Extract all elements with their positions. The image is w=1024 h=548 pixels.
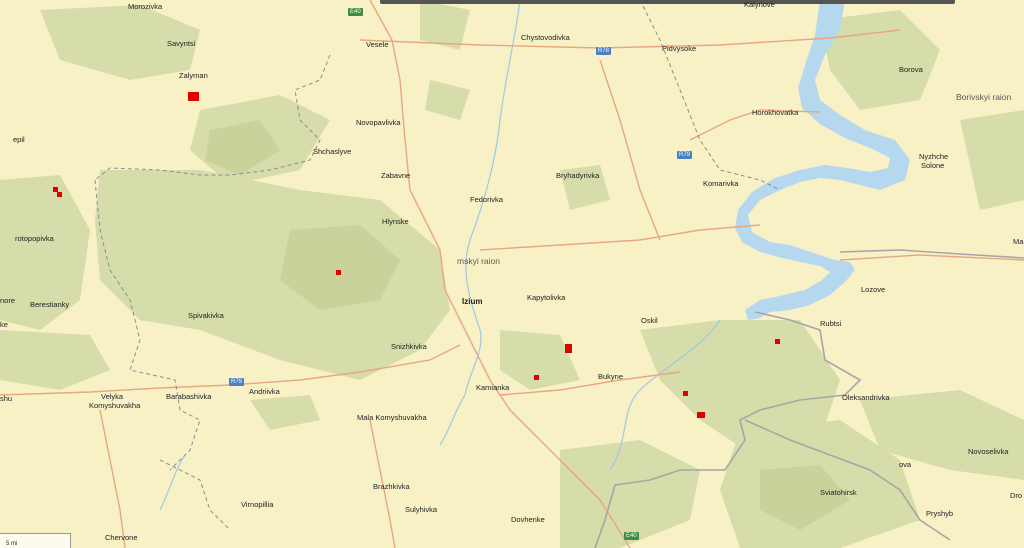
- event-marker: [188, 92, 199, 101]
- raion-label: mskyi raion: [457, 256, 500, 266]
- place-label: Morozivka: [128, 2, 163, 11]
- place-label: nore: [0, 296, 16, 305]
- event-marker: [775, 339, 780, 344]
- raion-label: Borivskyi raion: [956, 92, 1012, 102]
- place-label: ke: [0, 320, 8, 329]
- road-shield: R79: [229, 378, 245, 386]
- place-label: Novoselivka: [968, 447, 1009, 456]
- place-label: Nyzhche: [919, 152, 949, 161]
- place-label: Sulyhivka: [405, 505, 438, 514]
- place-label: Pidvysoke: [662, 44, 697, 53]
- place-label: Chystovodivka: [521, 33, 570, 42]
- road-shield: R79: [677, 151, 693, 159]
- event-marker: [336, 270, 341, 275]
- scale-bar: 5 mi: [0, 533, 71, 548]
- place-label: ova: [899, 460, 912, 469]
- place-label: Rubtsi: [820, 319, 842, 328]
- place-label: epil: [13, 135, 25, 144]
- place-label: Komyshuvakha: [89, 401, 141, 410]
- place-label: Chervone: [105, 533, 138, 542]
- place-label: Horokhovatka: [752, 108, 799, 117]
- event-marker: [57, 192, 62, 197]
- road-shield: E40: [624, 532, 639, 540]
- place-label: Barabashivka: [166, 392, 212, 401]
- scale-label: 5 mi: [6, 541, 18, 547]
- map-canvas[interactable]: [0, 0, 1024, 548]
- place-label: Pryshyb: [926, 509, 954, 518]
- event-marker: [565, 344, 572, 353]
- place-label: Shchaslyve: [313, 147, 352, 156]
- event-marker: [534, 375, 539, 380]
- place-label: Savyntsi: [167, 39, 196, 48]
- place-label: Kamianka: [476, 383, 510, 392]
- place-label: Andriivka: [249, 387, 280, 396]
- road-shield: E40: [348, 8, 363, 16]
- city-label: Izium: [462, 297, 483, 306]
- place-label: Solone: [921, 161, 945, 170]
- place-label: Kalynove: [744, 0, 775, 9]
- place-label: Berestianky: [30, 300, 70, 309]
- place-label: Oskil: [641, 316, 658, 325]
- place-label: Bukyne: [598, 372, 624, 381]
- event-marker: [697, 412, 705, 418]
- place-label: Vesele: [366, 40, 389, 49]
- place-label: Mala Komyshuvakha: [357, 413, 427, 422]
- place-label: shu: [0, 394, 13, 403]
- place-label: Brazhkivka: [373, 482, 410, 491]
- place-label: rotopopivka: [15, 234, 54, 243]
- place-label: Zalyman: [179, 71, 208, 80]
- place-label: Sviatohirsk: [820, 488, 857, 497]
- place-label: Zabavne: [381, 171, 411, 180]
- place-label: Borova: [899, 65, 923, 74]
- place-label: Lozove: [861, 285, 886, 294]
- place-label: Kapytolivka: [527, 293, 566, 302]
- place-label: Fedorivka: [470, 195, 503, 204]
- place-label: Komarivka: [703, 179, 739, 188]
- road-shield: R78: [596, 47, 612, 55]
- place-label: Novopavlivka: [356, 118, 401, 127]
- place-label: Dro: [1010, 491, 1023, 500]
- place-label: Hlynske: [382, 217, 409, 226]
- place-label: Bryhadyrivka: [556, 171, 600, 180]
- place-label: Oleksandrivka: [842, 393, 890, 402]
- place-label: Dovhenke: [511, 515, 545, 524]
- event-marker: [683, 391, 688, 396]
- event-marker: [53, 187, 58, 192]
- place-label: Snizhkivka: [391, 342, 427, 351]
- place-label: Velyka: [101, 392, 124, 401]
- map-top-bar: [380, 0, 955, 4]
- place-label: Spivakivka: [188, 311, 224, 320]
- place-label: Ma: [1013, 237, 1024, 246]
- place-label: Virnopillia: [241, 500, 274, 509]
